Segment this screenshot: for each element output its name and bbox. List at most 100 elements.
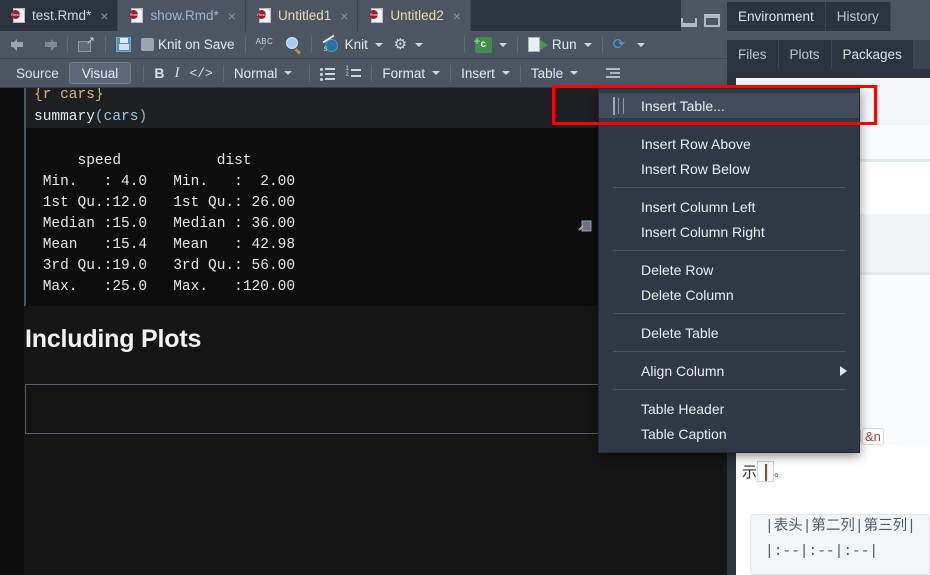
menu-item-delete-table[interactable]: Delete Table [599,320,859,345]
menu-item-insert-row-below[interactable]: Insert Row Below [599,156,859,181]
tab-environment[interactable]: Environment [727,2,826,31]
menu-item-label: Table Header [641,400,725,417]
doc-text-line-3-label: 示 [742,464,758,481]
menu-item-insert-table[interactable]: Insert Table... [599,93,859,118]
numbered-list-button[interactable]: 1 2 [340,62,366,84]
spellcheck-button[interactable]: ABC ✓ [251,34,281,56]
menu-item-label: Table Caption [641,425,727,442]
markdown-table-header-row: |表头|第二列|第三列| [765,519,916,535]
divider [309,64,311,82]
settings-button[interactable]: ⚙ [388,34,428,56]
close-icon[interactable]: × [100,8,108,24]
knit-button[interactable]: s Knit [317,34,388,56]
visual-editor-toolbar: Source Visual B I </> Normal 1 2 Format … [0,59,727,88]
menu-item-label: Delete Column [641,286,734,303]
document-outline-button[interactable] [599,62,625,84]
menu-item-insert-row-above[interactable]: Insert Row Above [599,131,859,156]
chevron-down-icon[interactable] [570,71,579,75]
menu-item-label: Insert Column Right [641,223,765,240]
menu-item-label: Insert Row Below [641,160,750,177]
pane-strip [727,31,930,40]
tab-files[interactable]: Files [727,40,779,69]
tab-plots[interactable]: Plots [778,40,832,69]
menu-item-align-column[interactable]: Align Column [599,358,859,383]
minimize-icon[interactable] [681,18,697,27]
editor-tab-bar: Rmd test.Rmd* × Rmd show.Rmd* × Rmd Unti… [0,0,727,31]
spellcheck-abc-icon: ABC ✓ [255,36,274,54]
divider [463,36,465,53]
chevron-down-icon[interactable] [583,42,592,47]
divider [67,36,68,53]
menu-item-delete-row[interactable]: Delete Row [599,257,859,282]
show-in-new-window-button[interactable]: ↗ [73,34,100,56]
editor-tab-test-rmd[interactable]: Rmd test.Rmd* × [0,0,119,31]
close-icon[interactable]: × [228,8,236,24]
table-dropdown-menu[interactable]: Insert Table... Insert Row Above Insert … [598,88,860,453]
chevron-down-icon[interactable] [636,42,645,47]
environment-history-tab-bar: Environment History [727,0,930,31]
table-menu[interactable]: Table [526,62,583,84]
save-button[interactable] [111,34,136,56]
divider [519,64,521,82]
chunk-code-function: summary [34,109,95,125]
menu-item-table-caption[interactable]: Table Caption [599,421,859,446]
numbered-list-icon: 1 2 [345,66,362,80]
menu-item-delete-column[interactable]: Delete Column [599,282,859,307]
editor-tab-label: test.Rmd* [32,8,92,23]
tab-source-mode[interactable]: Source [6,62,69,84]
close-icon[interactable]: × [453,8,461,24]
insert-chunk-button[interactable]: c + [470,34,512,56]
divider [244,36,246,53]
insert-menu[interactable]: Insert [456,62,515,84]
bullet-list-button[interactable] [315,62,340,84]
find-button[interactable] [281,34,306,56]
back-button[interactable] [6,34,34,56]
format-menu[interactable]: Format [377,62,445,84]
editor-tab-untitled2[interactable]: Rmd Untitled2 × [358,0,471,31]
insert-label: Insert [461,65,495,81]
menu-separator [613,187,845,188]
submenu-chevron-right-icon [840,366,847,376]
menu-item-insert-column-left[interactable]: Insert Column Left [599,194,859,219]
divider [601,36,603,53]
editor-tab-untitled1[interactable]: Rmd Untitled1 × [245,0,359,31]
chevron-down-icon[interactable] [374,42,383,47]
rerun-button[interactable]: ⟳ [608,34,650,56]
forward-button[interactable] [34,34,62,56]
divider [516,36,518,53]
editor-gutter [0,88,24,575]
run-button[interactable]: Run [523,34,597,56]
menu-separator [613,250,845,251]
block-format-dropdown[interactable]: Normal [229,62,298,84]
editor-tab-show-rmd[interactable]: Rmd show.Rmd* × [118,0,246,31]
markdown-table-align-row: |:--|:--|:--| [765,544,879,560]
menu-item-table-header[interactable]: Table Header [599,396,859,421]
chevron-down-icon[interactable] [432,71,441,75]
knit-on-save-checkbox[interactable]: Knit on Save [136,34,240,56]
tab-packages[interactable]: Packages [831,40,914,69]
menu-item-label: Insert Row Above [641,135,751,152]
italic-button[interactable]: I [169,62,184,84]
chevron-down-icon[interactable] [498,42,507,47]
inline-code-button[interactable]: </> [184,62,217,84]
chevron-down-icon[interactable] [501,71,510,75]
tab-history[interactable]: History [825,2,891,31]
menu-item-insert-column-right[interactable]: Insert Column Right [599,219,859,244]
doc-markdown-table-block[interactable]: |表头|第二列|第三列| |:--|:--|:--| [750,514,930,575]
chevron-down-icon[interactable] [284,71,293,75]
chunk-expand-icon[interactable] [578,218,594,234]
chevron-down-icon[interactable] [414,42,423,47]
table-label: Table [530,65,564,81]
divider [222,64,224,82]
text-cursor-box[interactable] [757,461,775,482]
bold-button[interactable]: B [149,62,169,84]
maximize-icon[interactable] [704,14,720,27]
document-outline-icon [604,67,621,80]
italic-icon: I [174,64,180,81]
tab-visual-mode[interactable]: Visual [68,62,132,84]
menu-item-label: Align Column [641,362,725,379]
menu-item-label: Delete Row [641,261,714,278]
empty-code-chunk[interactable] [25,384,600,434]
close-icon[interactable]: × [340,8,348,24]
divider [371,64,373,82]
